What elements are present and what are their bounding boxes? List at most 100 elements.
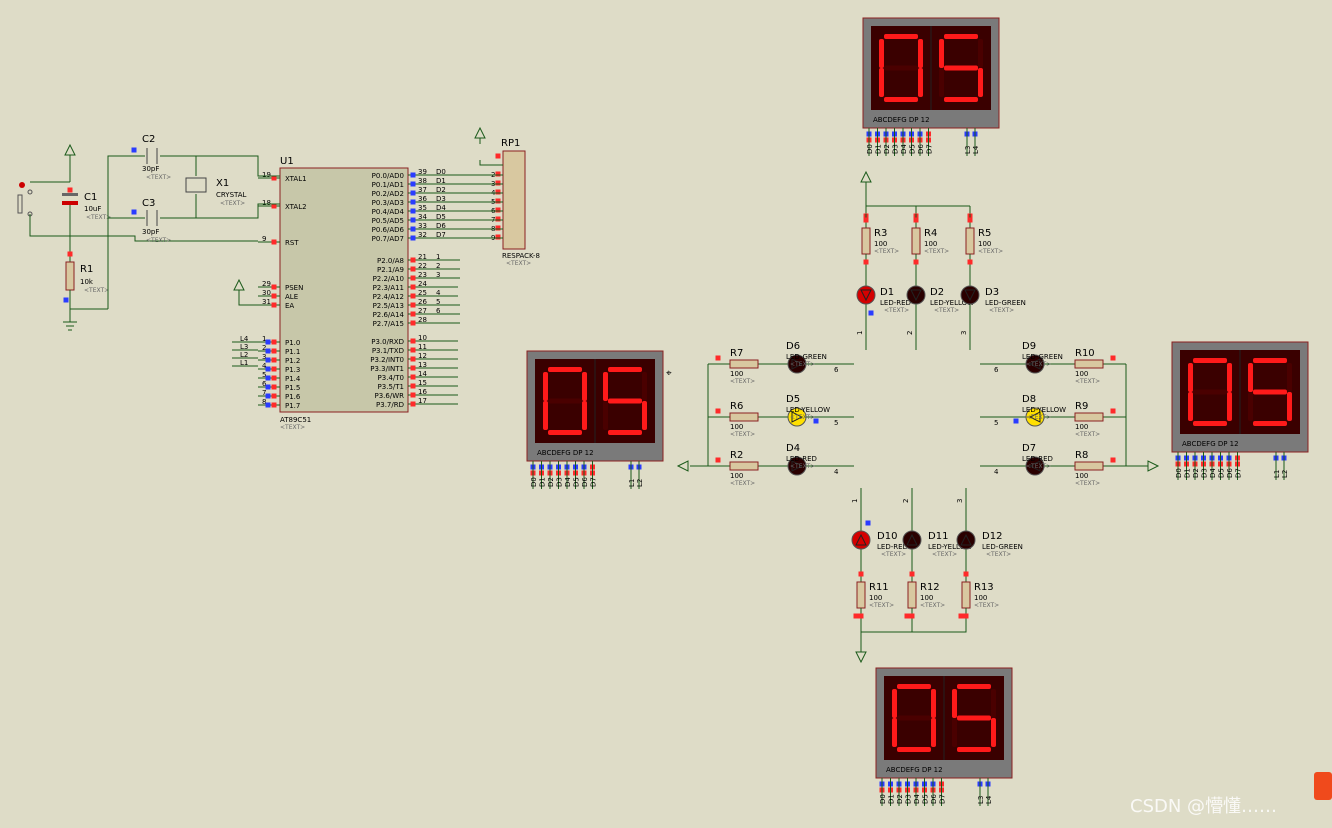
resistor-r9[interactable]: R9 100<TEXT> xyxy=(1074,401,1104,438)
resistor-r4[interactable]: R4100<TEXT> xyxy=(911,214,949,268)
led-d7[interactable]: D7LED-RED<TEXT> xyxy=(1022,443,1053,476)
led-d5[interactable]: D5LED-YELLOW<TEXT> xyxy=(786,394,830,427)
pin-marker xyxy=(410,199,416,205)
net-label: 6 xyxy=(834,366,839,374)
net-label: L4 xyxy=(240,335,249,343)
text-placeholder: <TEXT> xyxy=(932,551,957,558)
segment-g xyxy=(548,398,582,404)
mcu-pin-name: P0.1/AD1 xyxy=(372,181,404,189)
led-d8[interactable]: D8LED-YELLOW<TEXT> xyxy=(1022,394,1066,427)
resistor-r13[interactable]: R13100<TEXT> xyxy=(961,568,999,622)
traffic-bottom[interactable]: 1 2 3 xyxy=(851,488,967,664)
resistor-r7[interactable]: R7 100<TEXT> xyxy=(729,348,759,385)
seven-segment-display-top[interactable]: ABCDEFG DP 12 D0 D1 D2 D3 D4 D5 D6 D7 L3 L4 xyxy=(862,17,1000,156)
mcu-pin-num: 15 xyxy=(418,379,427,387)
text-placeholder: <TEXT> xyxy=(280,424,305,431)
seven-segment-display-bottom[interactable]: ABCDEFG DP 12 D0 D1 D2 D3 D4 D5 D6 D7 L3 L4 xyxy=(875,667,1013,806)
x1-value: CRYSTAL xyxy=(216,191,247,199)
resistor-ref: R10 xyxy=(1075,348,1095,359)
mcu-pin-name: P0.4/AD4 xyxy=(372,208,405,216)
resistor-body xyxy=(729,359,759,369)
text-placeholder: <TEXT> xyxy=(84,287,109,294)
resistor-r12[interactable]: R12100<TEXT> xyxy=(907,568,945,622)
segment-f xyxy=(892,689,897,718)
led-body xyxy=(902,530,922,550)
text-placeholder: <TEXT> xyxy=(869,602,894,609)
resistor-r6[interactable]: R6 100<TEXT> xyxy=(729,401,759,438)
led-d4[interactable]: D4LED-RED<TEXT> xyxy=(786,443,817,476)
pin-marker xyxy=(909,571,915,577)
resistor-r10[interactable]: R10 100<TEXT> xyxy=(1074,348,1104,385)
reset-clock-circuit[interactable]: C110uF<TEXT>R110k<TEXT>C230pF<TEXT>C330p… xyxy=(17,134,280,331)
segment-b xyxy=(931,689,936,718)
led-d12[interactable]: D12LED-GREEN<TEXT> xyxy=(956,530,1023,558)
mcu-pin-num: 22 xyxy=(418,262,427,270)
led-body xyxy=(960,285,980,305)
text-placeholder: <TEXT> xyxy=(1075,431,1100,438)
pin-marker xyxy=(1110,408,1116,414)
mcu-at89c51[interactable]: U1 AT89C51<TEXT> XTAL1 19 XTAL2 18 RST 9 PSEN 29 A… xyxy=(232,156,458,431)
seven-segment-display-right[interactable]: ABCDEFG DP 12 D0 D1 D2 D3 D4 D5 D6 D7 L1 L2 xyxy=(1171,341,1309,480)
display-pin-text: D3 xyxy=(1201,468,1209,478)
wire xyxy=(238,296,258,306)
led-d3[interactable]: D3LED-GREEN<TEXT> xyxy=(960,285,1026,314)
traffic-left[interactable]: 6 5 4 ⌖ xyxy=(666,355,854,477)
power-arrow xyxy=(1147,460,1160,472)
led-ref: D2 xyxy=(930,287,944,298)
mcu-pin-name: P2.7/A15 xyxy=(373,320,404,328)
display-pin-text: D5 xyxy=(922,794,930,804)
text-placeholder: <TEXT> xyxy=(978,248,1003,255)
mcu-pin-num: 32 xyxy=(418,231,427,239)
power-terminal xyxy=(233,278,245,296)
segment-a xyxy=(884,34,918,39)
net-label: D0 xyxy=(436,168,446,176)
pin-marker xyxy=(131,147,137,153)
resistor-r11[interactable]: R11100<TEXT> xyxy=(856,568,894,622)
pin-marker xyxy=(495,153,501,159)
text-placeholder: <TEXT> xyxy=(220,200,245,207)
net-label: 3 xyxy=(956,499,964,503)
net-label: L1 xyxy=(240,359,248,367)
display-pin-text: L4 xyxy=(972,145,980,154)
resistor-value: 100 xyxy=(730,370,743,378)
led-d1[interactable]: D1LED-RED<TEXT> xyxy=(856,285,911,314)
segment-c xyxy=(642,401,647,430)
resistor-pack-rp1[interactable]: RP1RESPACK-8<TEXT>23456789 xyxy=(474,126,540,267)
wire xyxy=(690,364,709,467)
segment-f xyxy=(1248,363,1253,392)
mcu-pin-num: 28 xyxy=(418,316,427,324)
display-pin-text: D5 xyxy=(909,144,917,154)
led-ref: D3 xyxy=(985,287,999,298)
text-placeholder: <TEXT> xyxy=(881,551,906,558)
schematic-canvas[interactable]: U1 AT89C51 <TEXT> XTAL1 19 XTAL2 18 RST 9 PSEN 29 A… xyxy=(0,0,1332,828)
pin-marker xyxy=(271,393,277,399)
mcu-pin-num: 17 xyxy=(418,397,427,405)
pin-marker xyxy=(410,284,416,290)
net-label: 6 xyxy=(994,366,999,374)
resistor-r3[interactable]: R3100<TEXT> xyxy=(861,214,899,268)
pin-marker xyxy=(265,402,271,408)
led-d9[interactable]: D9LED-GREEN<TEXT> xyxy=(1022,341,1063,374)
led-d10[interactable]: D10LED-RED<TEXT> xyxy=(851,530,908,558)
segment-d xyxy=(897,747,931,752)
mcu-pin-name: ALE xyxy=(285,293,298,301)
mcu-pin-num: 12 xyxy=(418,352,427,360)
resistor-ref: R7 xyxy=(730,348,743,359)
led-body xyxy=(856,285,876,305)
seven-segment-display-left[interactable]: ABCDEFG DP 12 D0 D1 D2 D3 D4 D5 D6 D7 L1 L2 xyxy=(526,350,664,489)
resistor-r8[interactable]: R8 100<TEXT> xyxy=(1074,450,1104,487)
pin-marker xyxy=(410,383,416,389)
led-d6[interactable]: D6LED-GREEN<TEXT> xyxy=(786,341,827,374)
resistor-ref: R3 xyxy=(874,228,887,239)
resistor-r2[interactable]: R2 100<TEXT> xyxy=(729,450,759,487)
display-pin-text: D2 xyxy=(896,794,904,804)
segment-b xyxy=(978,39,983,68)
segment-a xyxy=(944,34,978,39)
resistor-r5[interactable]: R5100<TEXT> xyxy=(965,214,1003,268)
mcu-pin-name: P1.0 xyxy=(285,339,300,347)
display-pin-text: D2 xyxy=(1192,468,1200,478)
mcu-pin-name: P3.1/TXD xyxy=(372,347,404,355)
led-ref: D9 xyxy=(1022,341,1036,352)
power-terminal xyxy=(64,143,76,161)
traffic-right[interactable]: 6 5 4 xyxy=(980,355,1160,477)
